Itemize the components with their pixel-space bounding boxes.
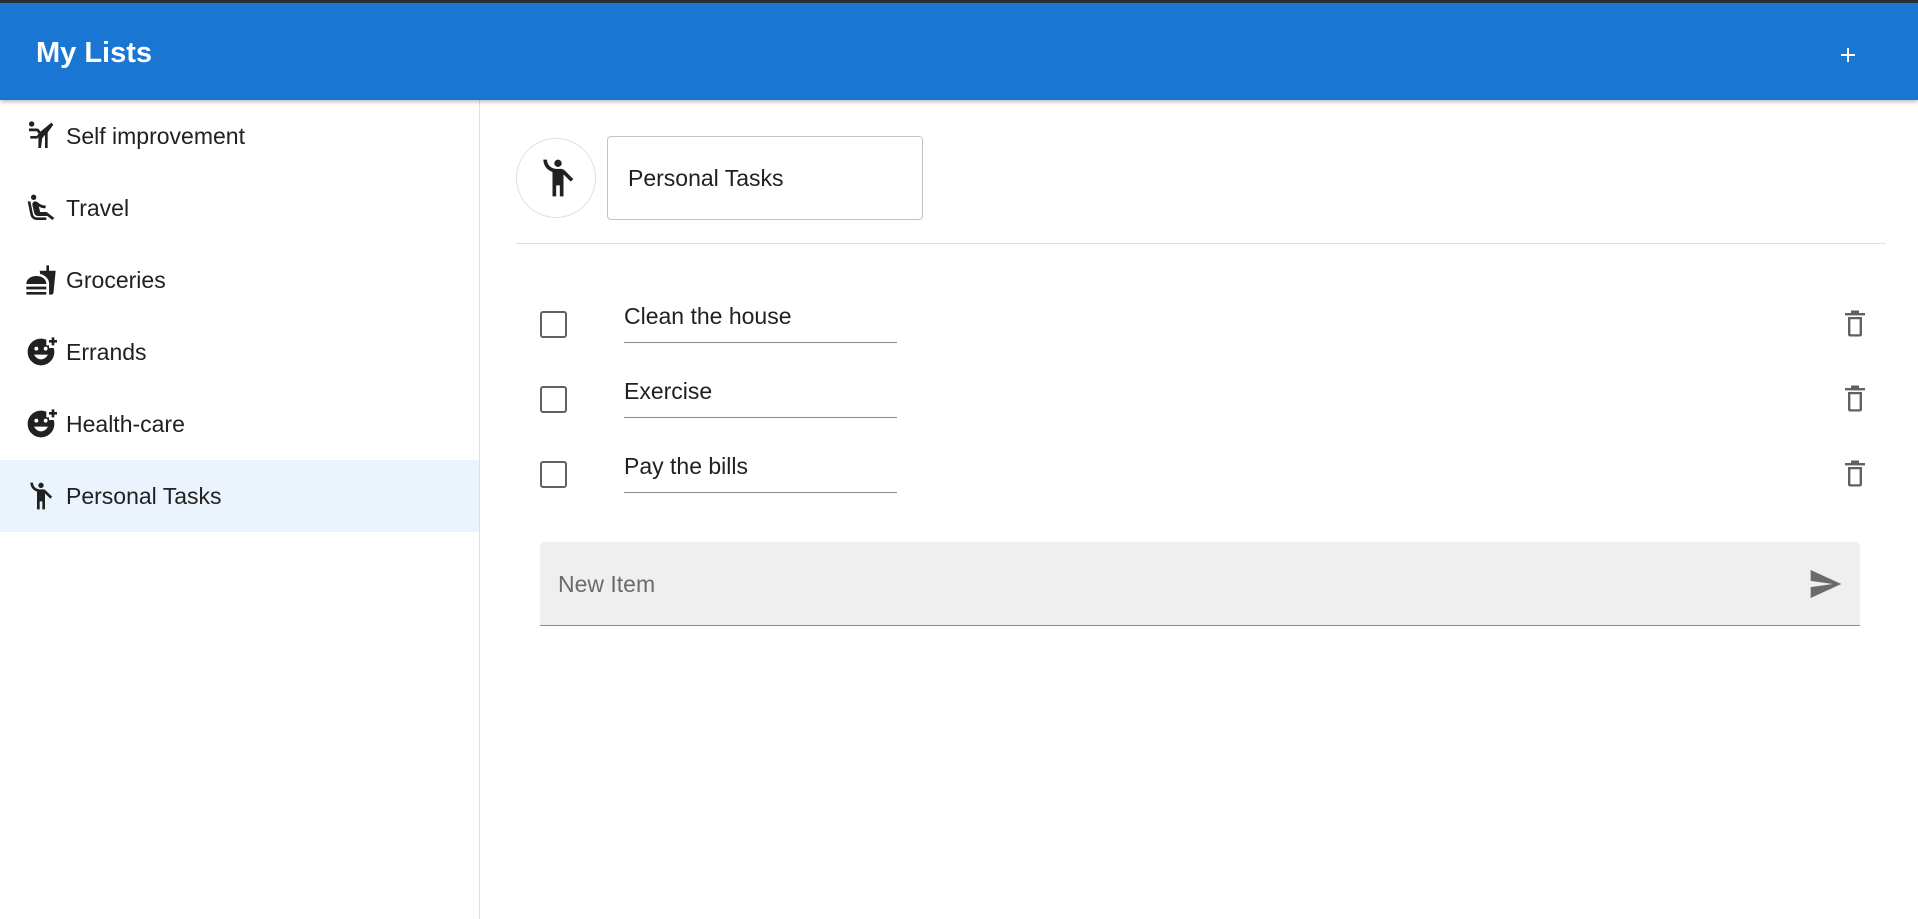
new-item-input[interactable] xyxy=(540,542,1780,626)
app-title: My Lists xyxy=(36,37,153,69)
fastfood-icon xyxy=(26,265,56,295)
delete-item-button[interactable] xyxy=(1831,450,1879,498)
add-list-button[interactable] xyxy=(1826,33,1870,77)
sidebar-item-label: Health-care xyxy=(66,411,185,437)
sidebar-item-travel[interactable]: Travel xyxy=(0,172,479,244)
sidebar-item-personal-tasks[interactable]: Personal Tasks xyxy=(0,460,479,532)
sports-martial-arts-icon xyxy=(29,121,54,148)
emoji-people-icon xyxy=(543,159,574,197)
delete-icon xyxy=(1845,460,1865,487)
list-title-field xyxy=(607,136,923,220)
item-text: Exercise xyxy=(624,378,713,404)
list-title-input[interactable] xyxy=(608,137,922,219)
airline-seat-icon xyxy=(27,194,55,220)
delete-item-button[interactable] xyxy=(1831,375,1879,423)
sidebar-item-label: Personal Tasks xyxy=(66,483,222,509)
list-detail: Clean the house Exercise xyxy=(481,100,1918,919)
list-item: Pay the bills xyxy=(481,433,1918,508)
emoji-people-icon xyxy=(30,482,53,510)
list-icon-picker[interactable] xyxy=(516,138,596,218)
sidebar-item-label: Travel xyxy=(66,195,130,221)
list-item: Clean the house xyxy=(481,283,1918,358)
delete-icon xyxy=(1845,385,1865,412)
item-checkbox[interactable] xyxy=(540,461,567,488)
new-item-field xyxy=(540,542,1860,626)
delete-icon xyxy=(1845,310,1865,337)
add-item-button[interactable] xyxy=(1802,560,1850,608)
sidebar-item-label: Errands xyxy=(66,339,147,365)
add-reaction-icon xyxy=(27,409,57,438)
add-reaction-icon xyxy=(27,337,57,366)
sidebar-item-self-improvement[interactable]: Self improvement xyxy=(0,100,479,172)
sidebar-item-groceries[interactable]: Groceries xyxy=(0,244,479,316)
send-icon xyxy=(1810,570,1842,598)
app-root: My Lists Self improvement Travel Groceri… xyxy=(0,0,1918,919)
item-text: Clean the house xyxy=(624,303,792,329)
item-checkbox[interactable] xyxy=(540,311,567,338)
sidebar-item-health-care[interactable]: Health-care xyxy=(0,388,479,460)
divider xyxy=(516,243,1886,244)
sidebar-item-label: Groceries xyxy=(66,267,166,293)
item-text-field[interactable]: Pay the bills xyxy=(624,443,897,493)
item-text-field[interactable]: Exercise xyxy=(624,368,897,418)
list-item: Exercise xyxy=(481,358,1918,433)
item-text-field[interactable]: Clean the house xyxy=(624,293,897,343)
sidebar-item-errands[interactable]: Errands xyxy=(0,316,479,388)
plus-icon xyxy=(1841,48,1855,62)
delete-item-button[interactable] xyxy=(1831,300,1879,348)
app-bar: My Lists xyxy=(0,0,1918,100)
sidebar: Self improvement Travel Groceries Errand… xyxy=(0,100,480,919)
item-checkbox[interactable] xyxy=(540,386,567,413)
item-text: Pay the bills xyxy=(624,453,749,479)
sidebar-item-label: Self improvement xyxy=(66,123,245,149)
